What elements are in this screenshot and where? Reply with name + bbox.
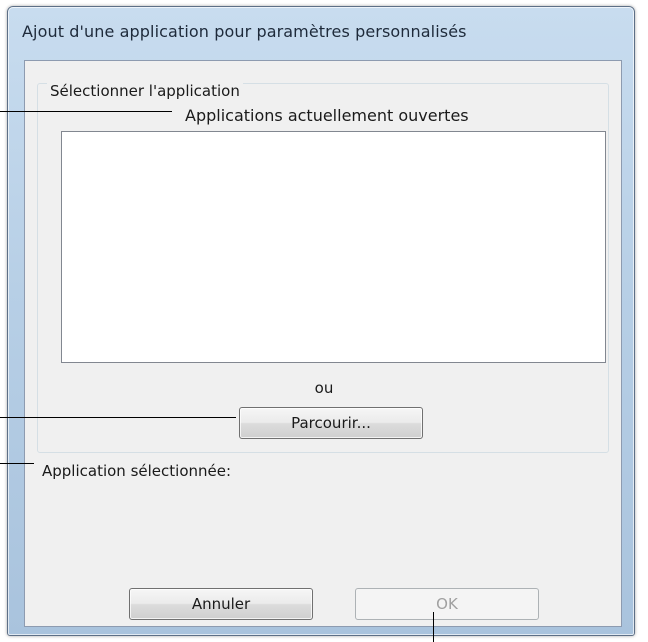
ok-button[interactable]: OK — [355, 588, 539, 620]
dialog-window: Ajout d'une application pour paramètres … — [7, 6, 635, 636]
callout-line-open-applications — [0, 111, 172, 112]
callout-line-selected-application — [0, 463, 34, 464]
callout-line-browse — [0, 417, 236, 418]
callout-line-ok — [433, 612, 434, 642]
selected-application-label: Application sélectionnée: — [42, 462, 232, 480]
or-label: ou — [314, 379, 334, 397]
select-application-group-title: Sélectionner l'application — [47, 82, 243, 100]
open-applications-list[interactable] — [61, 131, 606, 363]
dialog-client-area: Sélectionner l'application Applications … — [24, 60, 622, 627]
browse-button[interactable]: Parcourir... — [239, 407, 423, 439]
cancel-button[interactable]: Annuler — [129, 588, 313, 620]
dialog-title: Ajout d'une application pour paramètres … — [22, 22, 467, 41]
screenshot-stage: Ajout d'une application pour paramètres … — [0, 0, 648, 642]
open-applications-label: Applications actuellement ouvertes — [185, 106, 469, 125]
